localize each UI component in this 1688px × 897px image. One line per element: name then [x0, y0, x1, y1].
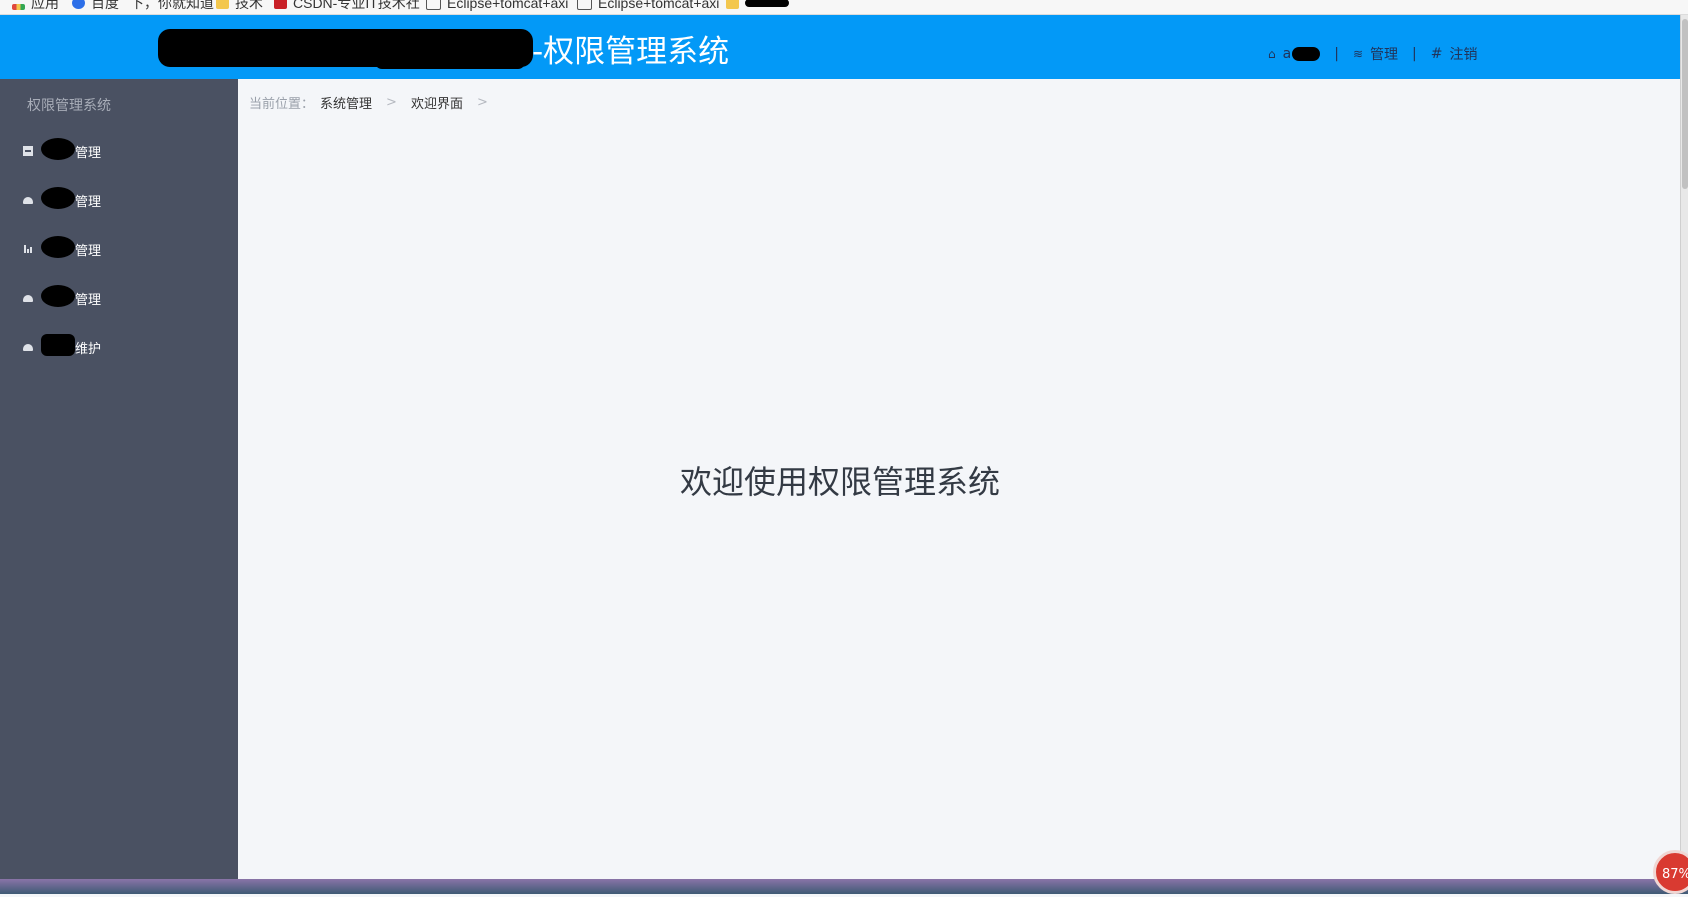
redaction: [745, 0, 789, 7]
vertical-scrollbar[interactable]: [1680, 15, 1688, 879]
redaction: [41, 235, 75, 258]
taskbar: [0, 879, 1688, 894]
bookmark-folder-tech[interactable]: 技术: [216, 0, 263, 12]
group-icon: [23, 342, 33, 352]
layers-icon: ≋: [1352, 47, 1363, 61]
breadcrumb: 当前位置： 系统管理 > 欢迎界面 >: [249, 93, 502, 112]
breadcrumb-welcome[interactable]: 欢迎界面: [411, 93, 463, 112]
bookmark-folder-redacted[interactable]: [726, 0, 789, 12]
redaction: [41, 333, 75, 356]
system-title: -权限管理系统: [532, 34, 730, 70]
bar-chart-icon: [23, 244, 33, 254]
redaction: [1292, 47, 1321, 61]
divider: |: [1412, 46, 1417, 62]
group-icon: [23, 293, 33, 303]
breadcrumb-separator: >: [386, 95, 397, 110]
sidebar-item-1[interactable]: 管理: [0, 131, 238, 171]
page-icon: [577, 0, 592, 10]
bookmark-baidu-slogan[interactable]: 下，你就知道: [130, 0, 214, 12]
user-name: a: [1282, 46, 1292, 62]
bookmarks-bar: 应用 百度 下，你就知道 技术 CSDN-专业IT技术社 Eclipse+tom…: [0, 0, 1688, 15]
redaction: [41, 137, 75, 160]
group-icon: [23, 195, 33, 205]
user-link[interactable]: ⌂ a: [1268, 46, 1321, 62]
top-header: -权限管理系统 ⌂ a | ≋ 管理 | # 注销: [0, 15, 1680, 79]
logout-link[interactable]: # 注销: [1431, 44, 1478, 64]
sidebar-item-3[interactable]: 管理: [0, 229, 238, 269]
breadcrumb-prefix: 当前位置：: [249, 97, 315, 112]
csdn-icon: [274, 0, 287, 9]
sidebar-item-5[interactable]: 维护: [0, 327, 238, 367]
sidebar-title: 权限管理系统: [27, 98, 111, 114]
bookmark-csdn[interactable]: CSDN-专业IT技术社: [274, 0, 420, 12]
bookmark-apps[interactable]: 应用: [12, 0, 59, 12]
breadcrumb-system-manage[interactable]: 系统管理: [320, 93, 372, 112]
folder-icon: [726, 0, 739, 9]
home-icon: ⌂: [1268, 47, 1276, 61]
breadcrumb-separator: >: [476, 95, 488, 110]
hash-icon: #: [1430, 46, 1443, 62]
folder-icon: [216, 0, 229, 9]
redaction: [41, 186, 75, 209]
welcome-message: 欢迎使用权限管理系统: [680, 463, 1001, 501]
apps-icon: [12, 4, 25, 10]
sidebar-item-2[interactable]: 管理: [0, 180, 238, 220]
bookmark-eclipse-2[interactable]: Eclipse+tomcat+axi: [577, 0, 719, 12]
baidu-icon: [72, 0, 85, 9]
header-links: ⌂ a | ≋ 管理 | # 注销: [1268, 44, 1477, 64]
scrollbar-thumb[interactable]: [1682, 19, 1688, 189]
bookmark-baidu[interactable]: 百度: [72, 0, 119, 12]
manage-link[interactable]: ≋ 管理: [1353, 44, 1398, 64]
sidebar: 权限管理系统 管理 管理 管理 管理 维护: [0, 79, 238, 879]
bookmark-eclipse-1[interactable]: Eclipse+tomcat+axi: [426, 0, 568, 12]
sidebar-item-4[interactable]: 管理: [0, 278, 238, 318]
redaction: [375, 55, 525, 69]
square-icon: [23, 146, 33, 156]
redaction: [41, 284, 75, 307]
page-icon: [426, 0, 441, 10]
divider: |: [1334, 46, 1339, 62]
